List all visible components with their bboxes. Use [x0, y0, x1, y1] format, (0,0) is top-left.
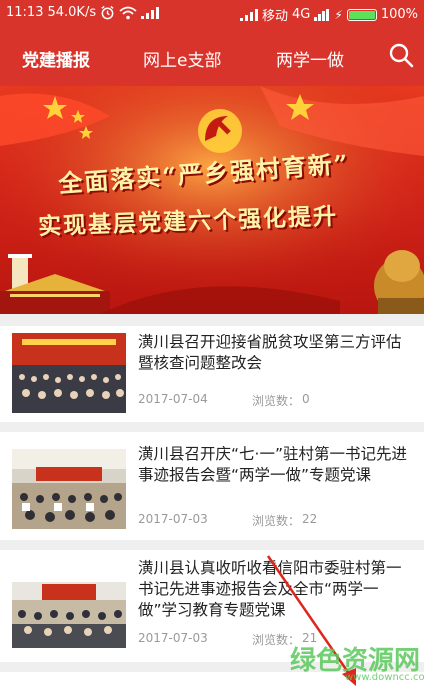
article-date: 2017-07-03 [138, 631, 208, 645]
tab-online-branch[interactable]: 网上e支部 [143, 46, 221, 71]
article-title: 潢川县召开迎接省脱贫攻坚第三方评估暨核查问题整改会 [138, 333, 402, 372]
article-thumbnail [12, 333, 126, 413]
status-carrier: 移动 [262, 9, 289, 24]
article-views-label: 浏览数： [252, 394, 301, 408]
tab-two-studies[interactable]: 两学一做 [276, 46, 344, 71]
alarm-icon [101, 5, 114, 20]
article-thumbnail [12, 449, 126, 529]
status-time: 11:13 [6, 5, 44, 20]
top-nav: 党建播报 网上e支部 两学一做 [0, 28, 424, 86]
signal-icon [240, 8, 259, 21]
article-thumbnail [12, 568, 126, 648]
article-date: 2017-07-03 [138, 512, 208, 526]
status-network: 4G [292, 7, 311, 22]
status-bar: 11:13 54.0K/s 移动 4G ⚡ 100% [0, 0, 424, 28]
article-date: 2017-07-04 [138, 392, 208, 406]
banner[interactable]: 全面落实“严乡强村育新” 实现基层党建六个强化提升 [0, 86, 424, 314]
status-speed: 54.0K/s [47, 5, 97, 20]
article-views-label: 浏览数： [252, 514, 301, 528]
list-item[interactable]: 潢川县召开迎接省脱贫攻坚第三方评估暨核查问题整改会 2017-07-04 浏览数… [0, 326, 424, 422]
banner-artwork [0, 86, 424, 314]
status-battery: 100% [380, 7, 418, 22]
search-icon[interactable] [388, 42, 414, 68]
charging-icon: ⚡ [334, 7, 343, 22]
wifi-icon [119, 6, 137, 19]
tab-party-news[interactable]: 党建播报 [22, 46, 90, 71]
battery-icon [346, 8, 377, 21]
article-title: 潢川县召开庆“七·一”驻村第一书记先进事迹报告会暨“两学一做”专题党课 [138, 445, 407, 484]
signal-icon [141, 6, 160, 19]
list-item[interactable]: 潢川县召开庆“七·一”驻村第一书记先进事迹报告会暨“两学一做”专题党课 2017… [0, 432, 424, 540]
watermark-url: www.downcc.com [345, 672, 424, 683]
signal-icon [314, 8, 330, 21]
article-views: 0 [302, 392, 310, 406]
article-views: 22 [302, 512, 318, 526]
